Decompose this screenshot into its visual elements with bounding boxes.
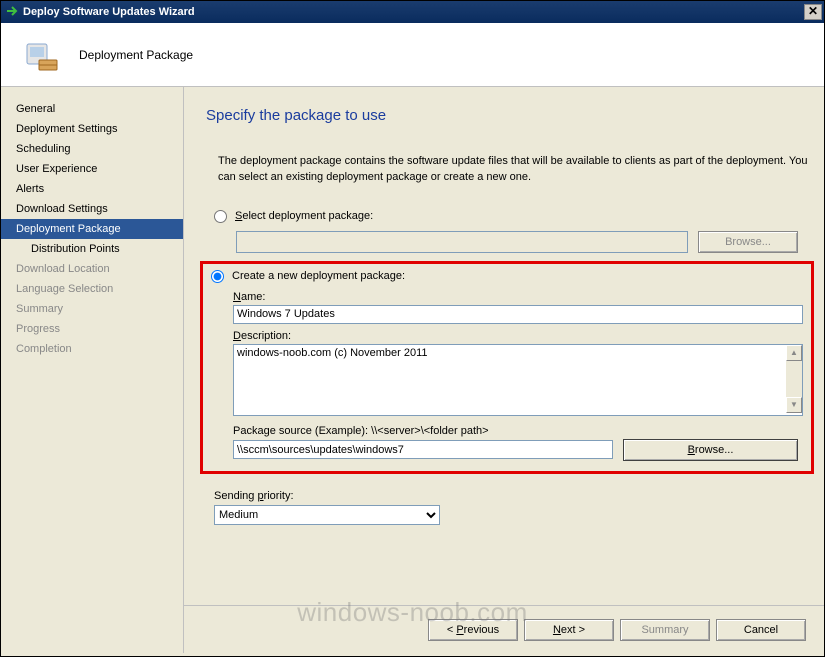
banner-title: Deployment Package [79, 48, 193, 62]
sidebar-item-alerts[interactable]: Alerts [1, 179, 183, 199]
browse-select-button: Browse... [698, 231, 798, 253]
name-input[interactable] [233, 305, 803, 324]
radio-select-package[interactable] [214, 210, 227, 223]
scroll-down-icon[interactable]: ▼ [786, 397, 802, 413]
source-label-row: Package source (Example): \\<server>\<fo… [233, 425, 803, 437]
radio-create-package[interactable] [211, 270, 224, 283]
next-button[interactable]: Next > [524, 619, 614, 641]
wizard-window: Deploy Software Updates Wizard ✕ Deploym… [0, 0, 825, 657]
source-input-row: Browse... [233, 439, 803, 461]
radio-create-package-row: Create a new deployment package: [211, 270, 803, 283]
package-icon [21, 32, 61, 77]
sidebar-item-general[interactable]: General [1, 99, 183, 119]
sidebar-item-completion: Completion [1, 339, 183, 359]
name-row: Name: [233, 291, 803, 324]
cancel-button[interactable]: Cancel [716, 619, 806, 641]
sidebar-item-download-settings[interactable]: Download Settings [1, 199, 183, 219]
close-button[interactable]: ✕ [804, 4, 822, 20]
page-description: The deployment package contains the soft… [206, 154, 808, 186]
sidebar-item-language-selection: Language Selection [1, 279, 183, 299]
sidebar-item-summary: Summary [1, 299, 183, 319]
highlight-annotation: Create a new deployment package: Name: D… [200, 261, 814, 474]
sidebar-item-deployment-settings[interactable]: Deployment Settings [1, 119, 183, 139]
sidebar-item-distribution-points[interactable]: Distribution Points [1, 239, 183, 259]
wizard-sidebar: GeneralDeployment SettingsSchedulingUser… [1, 87, 184, 653]
sidebar-item-deployment-package[interactable]: Deployment Package [1, 219, 183, 239]
sidebar-item-progress: Progress [1, 319, 183, 339]
name-label: Name: [233, 291, 803, 303]
priority-select[interactable]: Medium [214, 505, 440, 525]
sidebar-item-scheduling[interactable]: Scheduling [1, 139, 183, 159]
scroll-up-icon[interactable]: ▲ [786, 345, 802, 361]
radio-create-package-label: Create a new deployment package: [232, 270, 405, 282]
titlebar: Deploy Software Updates Wizard ✕ [1, 1, 824, 23]
sidebar-item-user-experience[interactable]: User Experience [1, 159, 183, 179]
header-banner: Deployment Package [1, 23, 824, 87]
radio-select-package-label: Select deployment package: [235, 210, 373, 222]
body-area: GeneralDeployment SettingsSchedulingUser… [1, 87, 824, 653]
titlebar-arrow-icon [5, 4, 19, 21]
description-row: Description: ▲ ▼ [233, 330, 803, 419]
window-title: Deploy Software Updates Wizard [23, 6, 195, 18]
radio-select-package-row: Select deployment package: [214, 210, 808, 223]
browse-source-button[interactable]: Browse... [623, 439, 798, 461]
wizard-footer: < Previous Next > Summary Cancel [184, 605, 824, 653]
summary-button: Summary [620, 619, 710, 641]
package-source-label: Package source (Example): \\<server>\<fo… [233, 425, 803, 437]
select-package-input [236, 231, 688, 253]
sidebar-item-download-location: Download Location [1, 259, 183, 279]
select-package-row: Browse... [236, 231, 808, 253]
description-label: Description: [233, 330, 803, 342]
textarea-scrollbar[interactable]: ▲ ▼ [786, 345, 802, 413]
page-heading: Specify the package to use [206, 107, 808, 124]
package-source-input[interactable] [233, 440, 613, 459]
priority-label: Sending priority: [214, 490, 808, 502]
description-textarea[interactable] [233, 344, 803, 416]
priority-row: Sending priority: Medium [214, 490, 808, 525]
main-panel: Specify the package to use The deploymen… [184, 87, 824, 653]
previous-button[interactable]: < Previous [428, 619, 518, 641]
